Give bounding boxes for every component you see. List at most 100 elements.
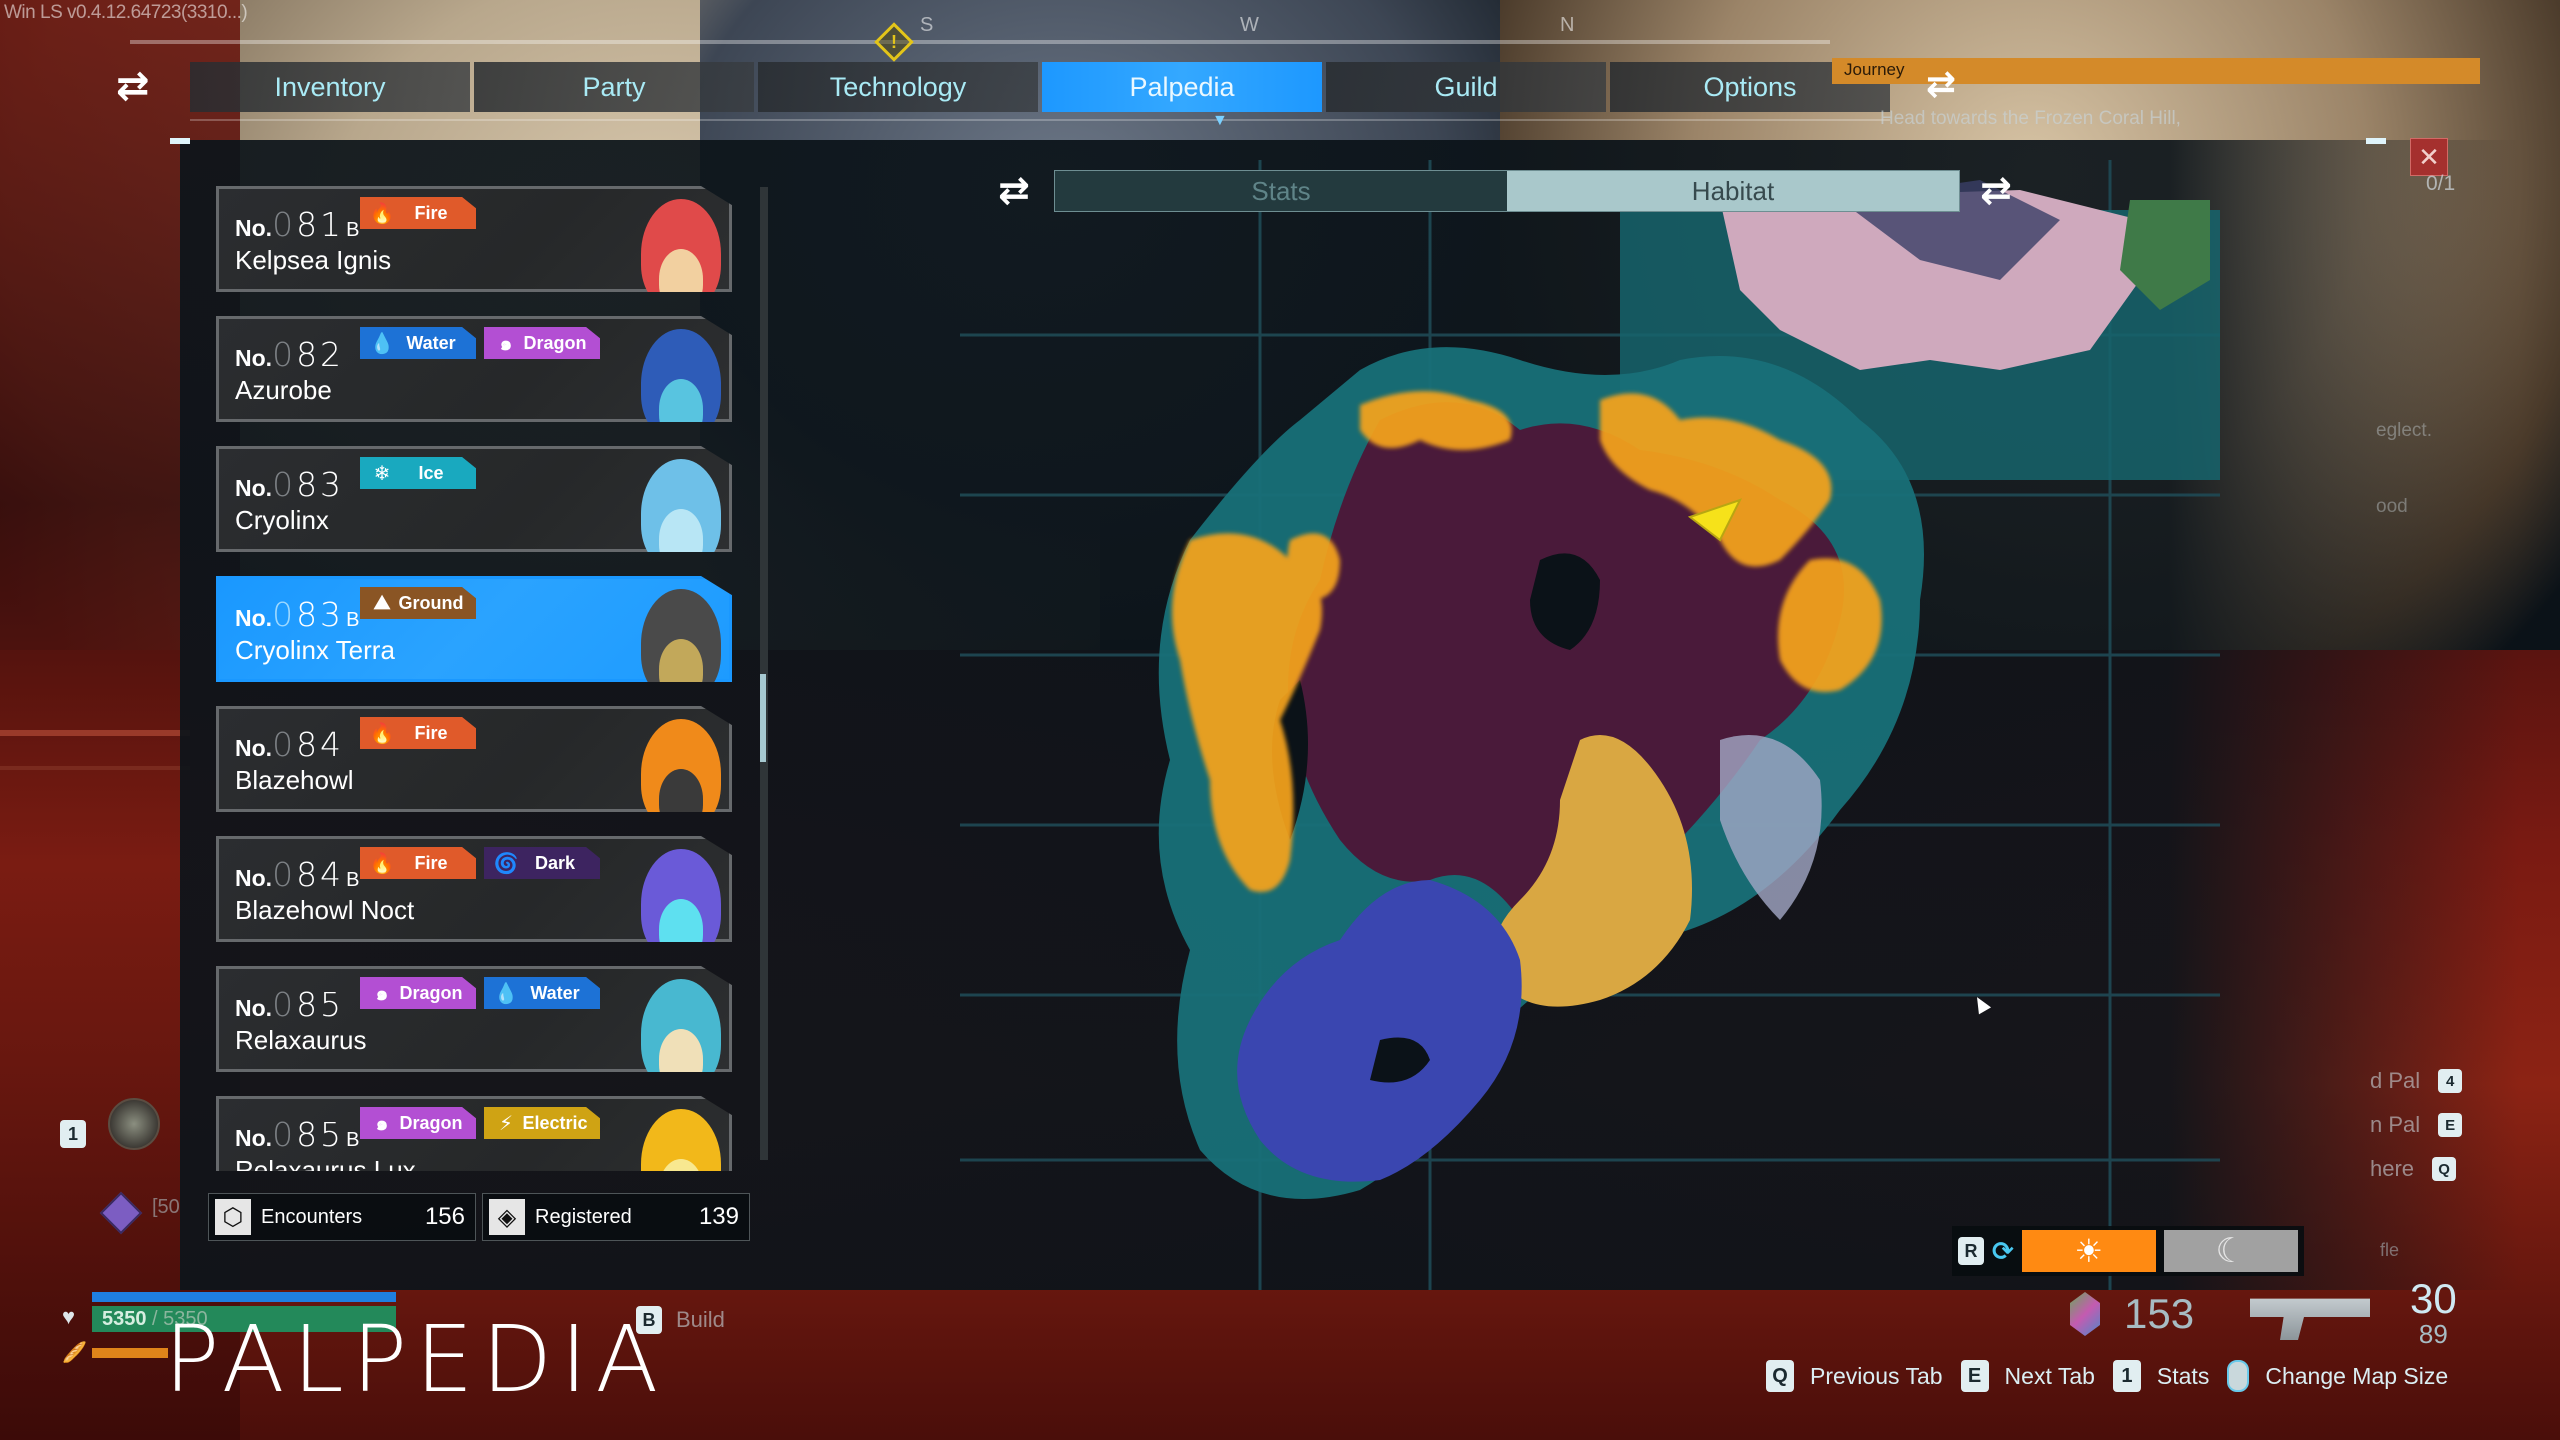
close-button[interactable]: ✕: [2410, 138, 2448, 176]
pal-number-digits: 082: [272, 335, 344, 374]
pal-portrait: [619, 969, 729, 1072]
swap-arrows-icon[interactable]: ⇄: [116, 66, 150, 106]
pal-number-value: 84: [296, 725, 345, 764]
journey-label: Journey: [1844, 60, 1905, 79]
day-night-toggle: R ⟳ ☀ ☾: [1952, 1226, 2304, 1276]
build-hint[interactable]: B Build: [636, 1306, 725, 1334]
minimize-icon[interactable]: [170, 138, 190, 144]
hint-label: d Pal: [2370, 1068, 2421, 1093]
swap-arrows-icon[interactable]: ⇄: [1926, 66, 1956, 102]
key-cap: E: [2438, 1113, 2463, 1137]
pal-portrait: [619, 189, 729, 292]
pal-variant-suffix: B: [346, 1129, 360, 1151]
tab-technology[interactable]: Technology: [758, 62, 1038, 112]
pal-number-prefix: No.: [235, 735, 273, 761]
swap-arrows-icon[interactable]: ⇄: [998, 172, 1030, 210]
palsphere-icon: [2070, 1292, 2100, 1336]
habitat-map[interactable]: [960, 160, 2220, 1290]
pal-types: 🔥 Fire: [360, 197, 476, 229]
stats-tab[interactable]: Stats: [1055, 171, 1507, 211]
hint-label: Previous Tab: [1810, 1362, 1943, 1389]
tab-palpedia[interactable]: Palpedia: [1042, 62, 1322, 112]
journey-objective: Head towards the Frozen Coral Hill,: [1880, 108, 2181, 129]
hint-item: d Pal 4: [2370, 1068, 2463, 1094]
pal-card[interactable]: No. 083 Cryolinx ❄ Ice: [216, 446, 732, 552]
pal-number: No. 083: [235, 465, 346, 504]
pal-card[interactable]: No. 084 B Blazehowl Noct 🔥 Fire 🌀 Dark: [216, 836, 732, 942]
hint-label: n Pal: [2370, 1112, 2421, 1137]
pal-card[interactable]: No. 085 Relaxaurus ๑ Dragon 💧 Water: [216, 966, 732, 1072]
stats-tab-label: Stats: [1251, 175, 1311, 206]
mouse-scroll-icon: [2227, 1360, 2250, 1392]
palsphere-icon: ◈: [489, 1199, 525, 1235]
tab-party[interactable]: Party: [474, 62, 754, 112]
moon-icon: ☾: [2215, 1232, 2247, 1270]
next-tab-hint[interactable]: E Next Tab: [1960, 1360, 2095, 1392]
minimize-icon[interactable]: [2366, 138, 2386, 144]
pal-number-lead: 0: [272, 725, 297, 764]
pal-number-lead: 0: [272, 335, 297, 374]
ammo-counter: 30 89: [2410, 1278, 2457, 1349]
previous-tab-hint[interactable]: Q Previous Tab: [1766, 1360, 1943, 1392]
pal-number-value: 83: [296, 595, 345, 634]
electric-element-icon: ⚡: [498, 1112, 514, 1135]
tab-inventory[interactable]: Inventory: [190, 62, 470, 112]
dark-element-icon: 🌀: [493, 852, 519, 875]
pal-portrait: [619, 579, 729, 682]
type-tag-ice: ❄ Ice: [360, 457, 476, 489]
ice-element-icon: ❄: [373, 462, 391, 485]
pal-portrait: [619, 1099, 729, 1171]
pal-number-lead: 0: [272, 465, 297, 504]
type-label: Ground: [398, 592, 464, 613]
pal-list-scrollbar[interactable]: [760, 187, 768, 1160]
pal-number-value: 83: [296, 465, 345, 504]
pal-card[interactable]: No. 081 B Kelpsea Ignis 🔥 Fire: [216, 186, 732, 292]
palpedia-counters: ⬡ Encounters 156 ◈ Registered 139: [208, 1193, 750, 1241]
encounters-counter: ⬡ Encounters 156: [208, 1193, 476, 1241]
registered-counter: ◈ Registered 139: [482, 1193, 750, 1241]
night-button[interactable]: ☾: [2163, 1230, 2298, 1272]
pal-card[interactable]: No. 083 B Cryolinx Terra ⛰ Ground: [216, 576, 732, 682]
ammo-reserve: 89: [2418, 1319, 2448, 1349]
pal-number-digits: 083: [272, 465, 344, 504]
pal-card[interactable]: No. 085 B Relaxaurus Lux ๑ Dragon ⚡ Electric: [216, 1096, 732, 1171]
type-label: Water: [406, 332, 456, 353]
build-label: Build: [676, 1307, 725, 1332]
pal-number-lead: 0: [272, 985, 297, 1024]
habitat-tab-label: Habitat: [1691, 175, 1775, 206]
habitat-map-canvas: [960, 160, 2220, 1290]
pal-card[interactable]: No. 084 Blazehowl 🔥 Fire: [216, 706, 732, 812]
tab-label: Options: [1703, 71, 1797, 102]
habitat-tab[interactable]: Habitat: [1507, 171, 1959, 211]
tab-guild[interactable]: Guild: [1326, 62, 1606, 112]
pal-name: Relaxaurus Lux: [235, 1155, 416, 1171]
pal-types: ๑ Dragon 💧 Water: [360, 977, 600, 1009]
pal-number-prefix: No.: [235, 995, 273, 1021]
pal-card[interactable]: No. 082 Azurobe 💧 Water ๑ Dragon: [216, 316, 732, 422]
pal-variant-suffix: B: [346, 869, 360, 891]
day-button[interactable]: ☀: [2021, 1230, 2156, 1272]
hint-label: Change Map Size: [2265, 1362, 2449, 1389]
water-element-icon: 💧: [493, 982, 519, 1005]
party-pal-avatar: [108, 1098, 160, 1150]
pal-list[interactable]: No. 081 B Kelpsea Ignis 🔥 Fire No. 082 Azurobe 💧 W…: [216, 186, 732, 1171]
heart-icon: ♥: [62, 1304, 76, 1329]
type-tag-electric: ⚡ Electric: [484, 1107, 600, 1139]
change-map-size-hint[interactable]: Change Map Size: [2227, 1360, 2448, 1392]
type-label: Dragon: [523, 332, 587, 353]
pal-number-lead: 0: [272, 205, 297, 244]
pal-number-prefix: No.: [235, 345, 273, 371]
stats-hint[interactable]: 1 Stats: [2112, 1360, 2209, 1392]
key-1: 1: [2112, 1360, 2141, 1392]
pal-number-lead: 0: [272, 855, 297, 894]
pal-number-digits: 084: [272, 855, 344, 894]
key-cap: 4: [2438, 1069, 2463, 1093]
type-tag-ground: ⛰ Ground: [360, 587, 476, 619]
pal-name: Blazehowl Noct: [235, 895, 415, 925]
pal-name: Relaxaurus: [235, 1025, 367, 1055]
type-label: Fire: [414, 202, 448, 223]
pal-number-value: 84: [296, 855, 345, 894]
swap-arrows-icon[interactable]: ⇄: [1980, 172, 2012, 210]
scrollbar-thumb[interactable]: [760, 673, 766, 762]
pal-number-value: 82: [296, 335, 345, 374]
